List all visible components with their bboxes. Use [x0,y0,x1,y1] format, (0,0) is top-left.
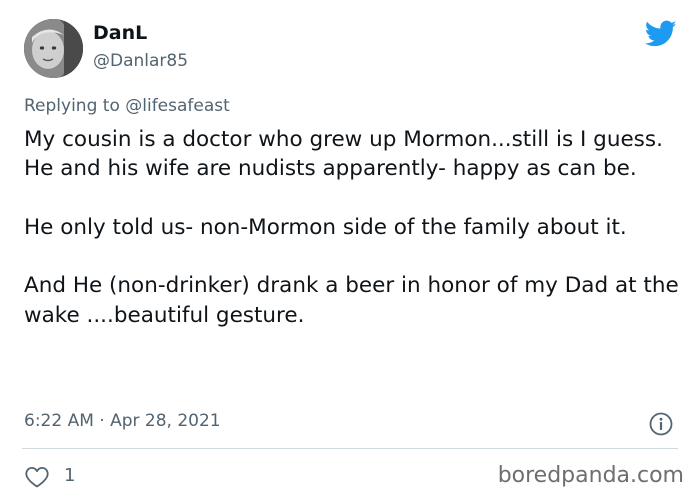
user-handle[interactable]: @Danlar85 [93,51,188,71]
divider [22,448,678,449]
tweet-paragraph: My cousin is a doctor who grew up Mormon… [24,127,663,182]
timestamp[interactable]: 6:22 AM · Apr 28, 2021 [24,411,221,431]
like-count: 1 [64,465,76,486]
twitter-bird-icon[interactable] [645,20,677,48]
heart-icon[interactable] [24,465,50,489]
info-icon[interactable] [648,411,674,437]
replying-to[interactable]: Replying to @lifesafeast [24,96,230,116]
tweet-paragraph: He only told us- non-Mormon side of the … [24,214,627,240]
avatar[interactable] [24,19,83,78]
tweet-paragraph: And He (non-drinker) drank a beer in hon… [24,273,679,328]
display-name[interactable]: DanL [93,22,147,44]
tweet-text: My cousin is a doctor who grew up Mormon… [24,125,684,330]
watermark: boredpanda.com [497,463,684,488]
